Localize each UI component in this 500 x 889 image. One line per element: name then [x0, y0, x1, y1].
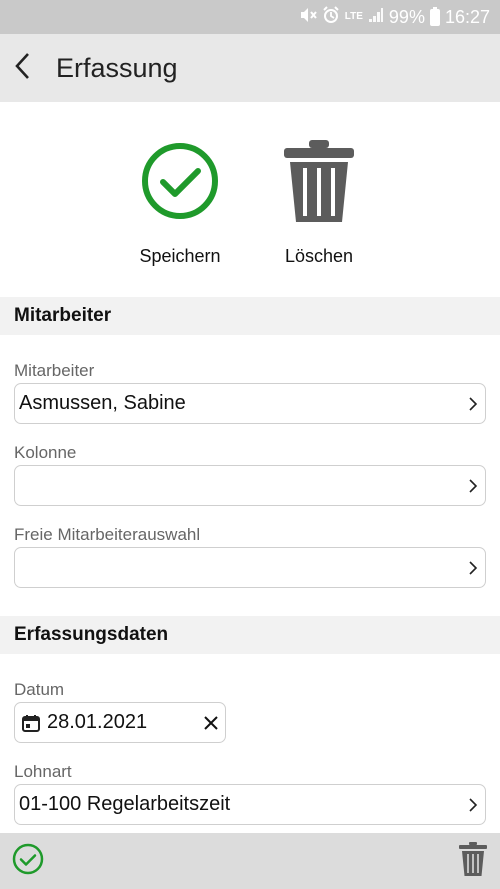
- column-label: Kolonne: [14, 443, 77, 462]
- delete-button[interactable]: Löschen: [259, 138, 379, 267]
- save-label: Speichern: [139, 246, 221, 266]
- mute-icon: [299, 7, 317, 28]
- battery-icon: [429, 6, 440, 26]
- employee-label: Mitarbeiter: [14, 361, 95, 380]
- signal-icon: [368, 7, 384, 28]
- save-button[interactable]: Speichern: [120, 138, 240, 267]
- delete-label: Löschen: [284, 246, 354, 266]
- calendar-icon: [19, 714, 43, 732]
- date-value: 28.01.2021: [47, 711, 148, 733]
- section-header-employee: Mitarbeiter: [0, 297, 500, 335]
- employee-select[interactable]: Asmussen, Sabine: [14, 383, 486, 424]
- section-header-capture-data: Erfassungsdaten: [0, 616, 500, 654]
- app-bar: Erfassung: [0, 34, 500, 102]
- alarm-icon: [322, 5, 340, 29]
- checkmark-circle-icon: [12, 843, 44, 874]
- wage-type-label: Lohnart: [14, 762, 72, 781]
- clock: 16:27: [444, 6, 490, 27]
- back-arrow-icon: [13, 52, 33, 85]
- date-label: Datum: [14, 680, 65, 699]
- free-selection-select[interactable]: [14, 547, 486, 588]
- status-icons: LTE 99% 16:27: [299, 5, 490, 29]
- trash-icon: [459, 841, 487, 876]
- save-toolbar-button[interactable]: [12, 843, 44, 880]
- page-title: Erfassung: [56, 52, 178, 83]
- bottom-toolbar: [0, 833, 500, 889]
- date-field[interactable]: 28.01.2021: [14, 702, 226, 743]
- chevron-right-icon: [461, 547, 485, 588]
- wage-type-select[interactable]: 01-100 Regelarbeitszeit: [14, 784, 486, 825]
- delete-toolbar-button[interactable]: [458, 841, 488, 882]
- status-bar: LTE 99% 16:27: [0, 0, 500, 34]
- column-select[interactable]: [14, 465, 486, 506]
- back-button[interactable]: [0, 34, 46, 102]
- employee-value: Asmussen, Sabine: [19, 392, 186, 414]
- checkmark-circle-icon: [140, 141, 220, 226]
- battery-percent: 99%: [388, 6, 425, 27]
- action-panel: Speichern Löschen: [0, 102, 500, 297]
- chevron-right-icon: [461, 784, 485, 825]
- wage-type-value: 01-100 Regelarbeitszeit: [19, 793, 231, 815]
- free-selection-label: Freie Mitarbeiterauswahl: [14, 525, 201, 544]
- clear-date-icon[interactable]: [197, 715, 225, 730]
- chevron-right-icon: [461, 465, 485, 506]
- chevron-right-icon: [461, 383, 485, 424]
- lte-icon: LTE: [344, 11, 363, 22]
- trash-icon: [282, 138, 356, 229]
